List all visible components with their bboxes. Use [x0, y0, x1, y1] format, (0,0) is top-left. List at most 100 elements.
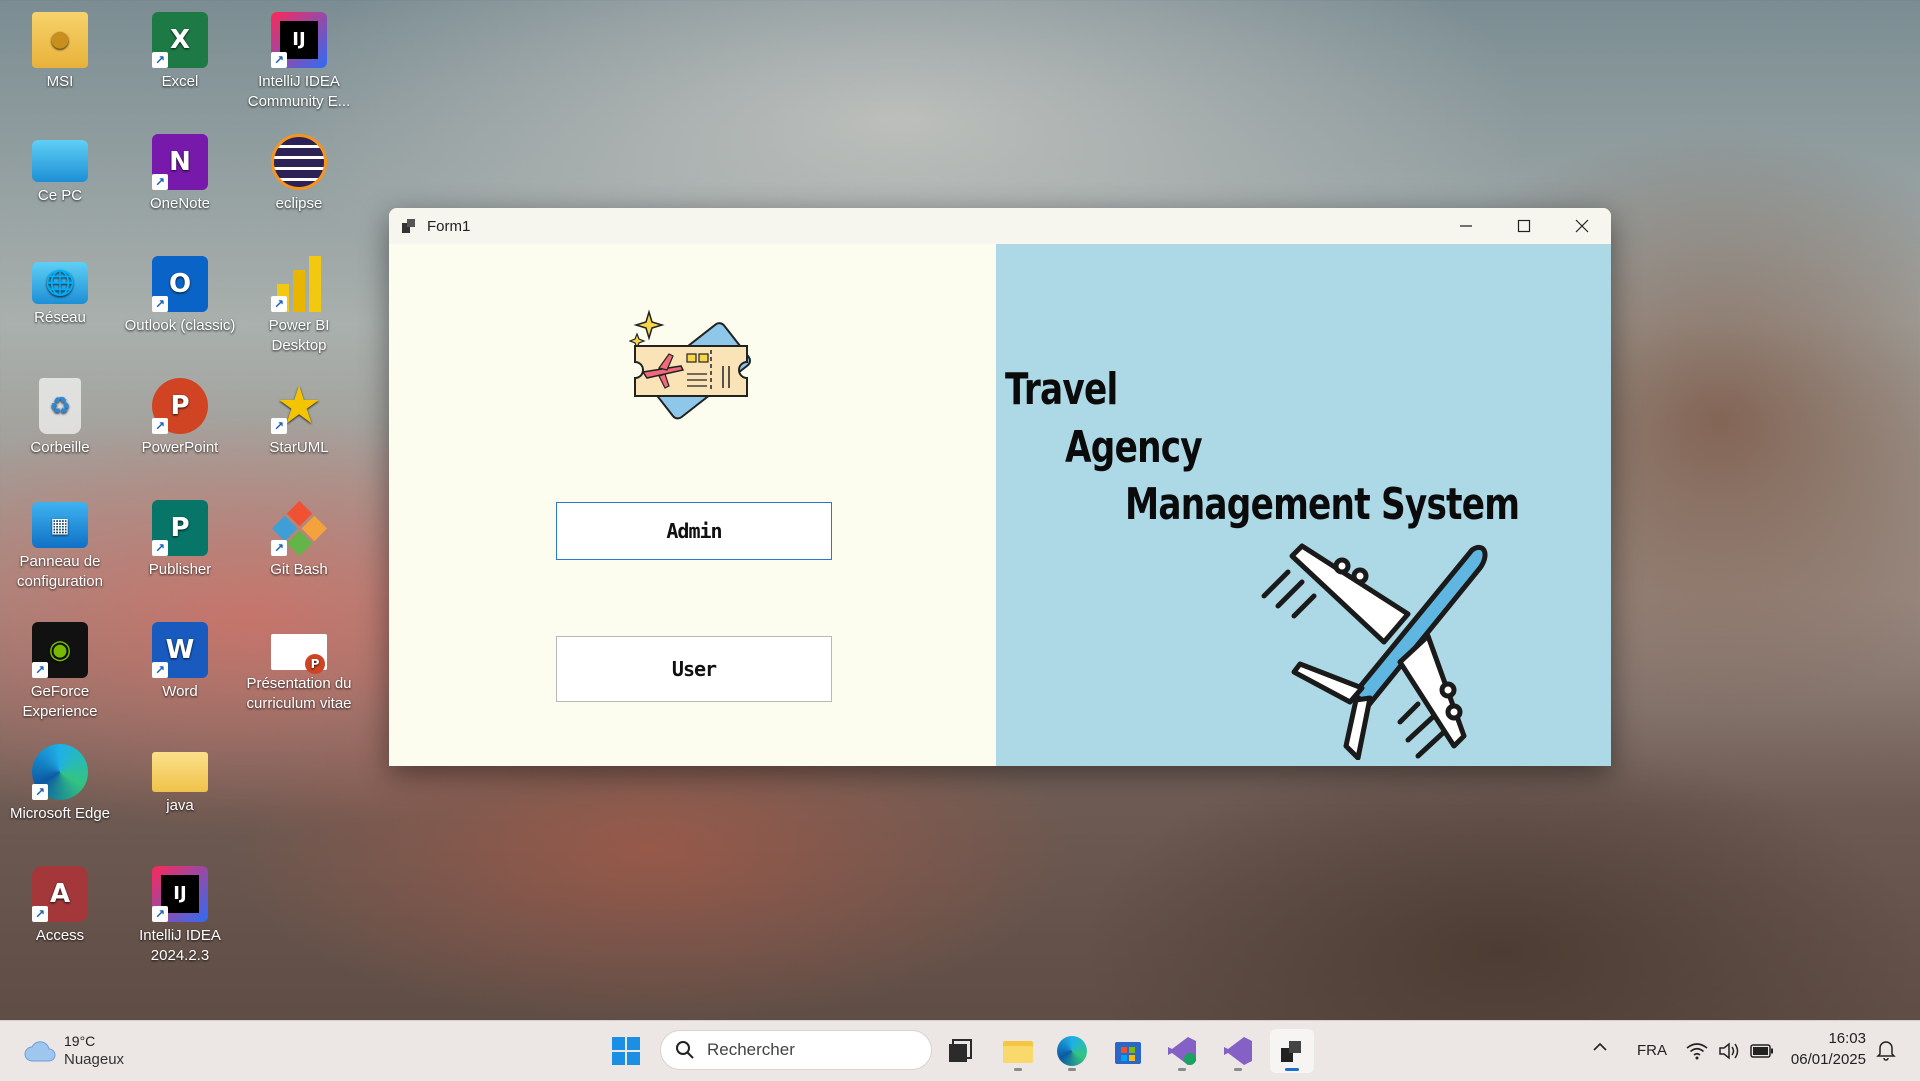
desktop-icon-intellij-2024[interactable]: IJ ↗ IntelliJ IDEA 2024.2.3 [122, 858, 238, 966]
desktop-icon-corbeille[interactable]: ♻ Corbeille [2, 370, 118, 458]
form1-taskbar-button[interactable] [1270, 1029, 1314, 1073]
desktop-icon-onenote[interactable]: N ↗ OneNote [122, 126, 238, 214]
running-indicator [1014, 1068, 1022, 1071]
volume-icon [1719, 1042, 1739, 1060]
desktop-icon-label: eclipse [275, 195, 323, 212]
wifi-icon [1686, 1043, 1708, 1060]
desktop-icon-java-folder[interactable]: java [122, 736, 238, 816]
desktop-icon-git-bash[interactable]: ↗ Git Bash [241, 492, 357, 580]
publisher-icon: P ↗ [152, 500, 208, 556]
onenote-icon: N ↗ [152, 134, 208, 190]
network-icon: 🌐 [32, 262, 88, 304]
intellij-icon: IJ ↗ [271, 12, 327, 68]
search-icon [676, 1041, 694, 1059]
desktop-icon-label: Git Bash [270, 561, 328, 578]
desktop-icon-word[interactable]: W ↗ Word [122, 614, 238, 702]
pptx-file-icon: P [271, 634, 327, 674]
edge-icon: ↗ [32, 744, 88, 800]
clock-time: 16:03 [1828, 1030, 1866, 1047]
desktop-icon-outlook[interactable]: O ↗ Outlook (classic) [122, 248, 238, 336]
search-input[interactable] [705, 1039, 889, 1061]
input-language[interactable]: FRA [1637, 1042, 1667, 1059]
airplane-icon [1261, 543, 1488, 760]
weather-condition: Nuageux [64, 1051, 125, 1068]
form-app-icon [401, 217, 419, 235]
desktop-icon-label: Panneau de configuration [17, 553, 103, 590]
desktop-icon-powerpoint[interactable]: P ↗ PowerPoint [122, 370, 238, 458]
taskbar-search[interactable] [660, 1030, 932, 1070]
window-titlebar[interactable]: Form1 [389, 208, 1611, 244]
headline-line-1: Travel [1005, 364, 1118, 415]
admin-button[interactable]: Admin [556, 502, 832, 560]
desktop-icon-label: Power BI Desktop [268, 317, 330, 354]
task-view-icon [949, 1039, 972, 1062]
bell-icon [1876, 1041, 1896, 1061]
desktop-icon-intellij-community[interactable]: IJ ↗ IntelliJ IDEA Community E... [241, 4, 357, 112]
desktop-icon-geforce[interactable]: ◉ ↗ GeForce Experience [2, 614, 118, 722]
folder-icon [152, 752, 208, 792]
close-button[interactable] [1553, 208, 1611, 244]
minimize-button[interactable] [1437, 208, 1495, 244]
intellij-icon: IJ ↗ [152, 866, 208, 922]
desktop-icon-access[interactable]: A ↗ Access [2, 858, 118, 946]
desktop-icon-powerbi[interactable]: ↗ Power BI Desktop [241, 248, 357, 356]
excel-icon: X ↗ [152, 12, 208, 68]
edge-taskbar-button[interactable] [1050, 1029, 1094, 1073]
clock[interactable]: 16:03 06/01/2025 [1784, 1029, 1866, 1073]
minimize-icon [1460, 225, 1472, 227]
desktop-icon-label: Microsoft Edge [9, 805, 111, 822]
control-panel-icon: ▦ [32, 502, 88, 548]
show-hidden-icons-button[interactable] [1590, 1037, 1614, 1061]
desktop-icon-presentation-cv[interactable]: P Présentation du curriculum vitae [241, 614, 357, 714]
weather-widget[interactable]: 19°C Nuageux [20, 1031, 140, 1071]
visual-studio-installer-button[interactable] [1160, 1029, 1204, 1073]
access-icon: A ↗ [32, 866, 88, 922]
running-indicator [1234, 1068, 1242, 1071]
desktop-icon-label: Réseau [34, 309, 86, 326]
outlook-icon: O ↗ [152, 256, 208, 312]
notifications-button[interactable] [1876, 1039, 1900, 1063]
desktop-icon-reseau[interactable]: 🌐 Réseau [2, 248, 118, 328]
desktop-icon-eclipse[interactable]: eclipse [241, 126, 357, 214]
taskbar: 19°C Nuageux Rechercher FRA 16:03 06/01/… [0, 1020, 1920, 1081]
desktop-icon-label: Outlook (classic) [124, 317, 236, 334]
desktop-icon-label: Corbeille [30, 439, 90, 456]
desktop-icon-label: Publisher [148, 561, 212, 578]
desktop-icon-label: MSI [46, 73, 74, 90]
desktop-icon-publisher[interactable]: P ↗ Publisher [122, 492, 238, 580]
desktop-icon-label: GeForce Experience [22, 683, 98, 720]
desktop-icon-panneau-configuration[interactable]: ▦ Panneau de configuration [2, 492, 118, 592]
user-button[interactable]: User [556, 636, 832, 702]
clock-date: 06/01/2025 [1790, 1051, 1866, 1068]
word-icon: W ↗ [152, 622, 208, 678]
system-tray[interactable] [1686, 1038, 1776, 1064]
desktop-icon-edge[interactable]: ↗ Microsoft Edge [2, 736, 118, 824]
desktop-icon-label: Excel [161, 73, 199, 90]
visual-studio-installer-icon [1168, 1037, 1196, 1065]
window-title: Form1 [427, 217, 471, 235]
desktop-icon-msi[interactable]: ● MSI [2, 4, 118, 92]
task-view-button[interactable] [938, 1029, 982, 1073]
start-button[interactable] [604, 1029, 648, 1073]
desktop-icon-label: Présentation du curriculum vitae [246, 675, 352, 712]
desktop-icon-label: IntelliJ IDEA 2024.2.3 [139, 927, 221, 964]
desktop-icon-excel[interactable]: X ↗ Excel [122, 4, 238, 92]
desktop-icon-label: StarUML [269, 439, 329, 456]
active-indicator [1285, 1068, 1299, 1071]
file-explorer-button[interactable] [996, 1029, 1040, 1073]
desktop-icon-staruml[interactable]: ★ ↗ StarUML [241, 370, 357, 458]
visual-studio-button[interactable] [1216, 1029, 1260, 1073]
maximize-icon [1517, 219, 1531, 233]
headline-line-3: Management System [1125, 479, 1520, 530]
desktop-icon-label: Access [35, 927, 85, 944]
form-app-icon [1281, 1041, 1301, 1062]
desktop-icon-label: PowerPoint [141, 439, 219, 456]
maximize-button[interactable] [1495, 208, 1553, 244]
folder-user-icon: ● [32, 12, 88, 68]
desktop-icon-ce-pc[interactable]: Ce PC [2, 126, 118, 206]
running-indicator [1068, 1068, 1076, 1071]
store-button[interactable] [1106, 1029, 1150, 1073]
desktop-icon-label: IntelliJ IDEA Community E... [247, 73, 351, 110]
desktop-icon-label: java [166, 797, 194, 814]
banner-panel: Travel Agency Management System [996, 244, 1611, 766]
